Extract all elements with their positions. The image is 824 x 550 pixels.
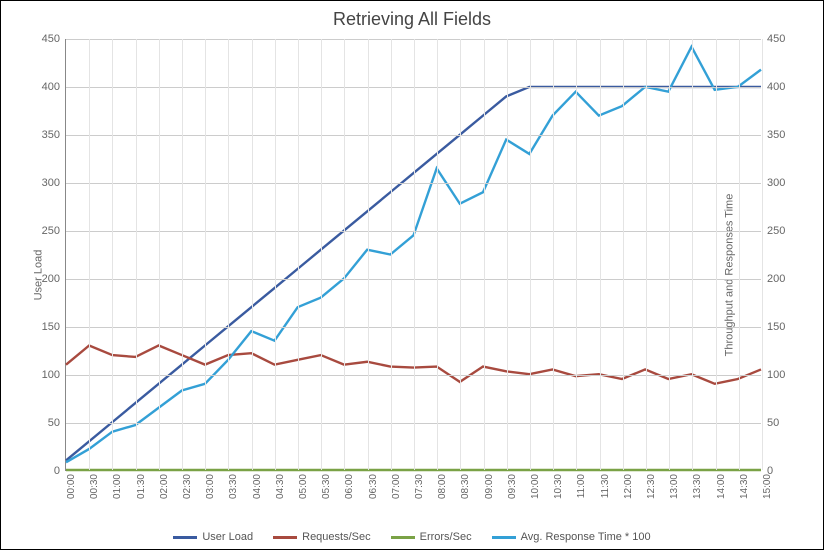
x-tick-label: 07:30	[414, 474, 425, 499]
x-tick-label: 10:00	[530, 474, 541, 499]
vgrid-line	[484, 39, 485, 470]
vgrid-line	[136, 39, 137, 470]
vgrid-line	[344, 39, 345, 470]
x-tick-label: 12:00	[623, 474, 634, 499]
y-right-tick-label: 400	[767, 81, 791, 93]
vgrid-line	[716, 39, 717, 470]
vgrid-line	[89, 39, 90, 470]
legend-item: Errors/Sec	[391, 531, 472, 543]
y-left-tick-label: 350	[36, 129, 60, 141]
vgrid-line	[623, 39, 624, 470]
x-tick-label: 05:30	[321, 474, 332, 499]
x-tick-label: 06:00	[344, 474, 355, 499]
x-tick-label: 09:00	[484, 474, 495, 499]
y-right-tick-label: 200	[767, 273, 791, 285]
x-tick-label: 05:00	[298, 474, 309, 499]
legend-label: User Load	[202, 531, 253, 543]
vgrid-line	[739, 39, 740, 470]
vgrid-line	[646, 39, 647, 470]
vgrid-line	[460, 39, 461, 470]
x-tick-label: 01:30	[136, 474, 147, 499]
x-tick-label: 08:30	[460, 474, 471, 499]
x-tick-label: 02:30	[182, 474, 193, 499]
x-tick-label: 13:00	[669, 474, 680, 499]
y-left-tick-label: 300	[36, 177, 60, 189]
vgrid-line	[437, 39, 438, 470]
vgrid-line	[321, 39, 322, 470]
x-tick-label: 07:00	[391, 474, 402, 499]
legend-swatch	[173, 536, 197, 539]
x-tick-label: 06:30	[368, 474, 379, 499]
legend-item: Requests/Sec	[273, 531, 370, 543]
y-left-tick-label: 150	[36, 321, 60, 333]
x-tick-label: 12:30	[646, 474, 657, 499]
x-tick-label: 08:00	[437, 474, 448, 499]
x-tick-label: 11:30	[600, 474, 611, 498]
vgrid-line	[692, 39, 693, 470]
vgrid-line	[275, 39, 276, 470]
x-tick-label: 11:00	[576, 474, 587, 498]
x-tick-label: 10:30	[553, 474, 564, 499]
legend: User Load Requests/Sec Errors/Sec Avg. Resp…	[1, 530, 823, 544]
y-left-tick-label: 100	[36, 369, 60, 381]
legend-swatch	[391, 536, 415, 539]
legend-label: Avg. Response Time * 100	[521, 531, 651, 543]
x-tick-label: 03:30	[228, 474, 239, 499]
vgrid-line	[553, 39, 554, 470]
legend-item: Avg. Response Time * 100	[492, 531, 651, 543]
legend-label: Errors/Sec	[420, 531, 472, 543]
vgrid-line	[762, 39, 763, 470]
legend-item: User Load	[173, 531, 253, 543]
plot-area: 0050501001001501502002002502503003003503…	[65, 39, 761, 471]
y-right-tick-label: 100	[767, 369, 791, 381]
legend-swatch	[492, 536, 516, 539]
vgrid-line	[252, 39, 253, 470]
y-left-tick-label: 50	[36, 417, 60, 429]
x-tick-label: 01:00	[112, 474, 123, 499]
x-tick-label: 14:30	[739, 474, 750, 499]
vgrid-line	[205, 39, 206, 470]
x-tick-label: 00:00	[66, 474, 77, 499]
vgrid-line	[530, 39, 531, 470]
x-tick-label: 04:00	[252, 474, 263, 499]
vgrid-line	[414, 39, 415, 470]
vgrid-line	[391, 39, 392, 470]
x-tick-label: 00:30	[89, 474, 100, 499]
x-tick-label: 09:30	[507, 474, 518, 499]
vgrid-line	[298, 39, 299, 470]
vgrid-line	[368, 39, 369, 470]
y-left-tick-label: 200	[36, 273, 60, 285]
y-left-tick-label: 250	[36, 225, 60, 237]
vgrid-line	[182, 39, 183, 470]
y-left-tick-label: 450	[36, 33, 60, 45]
chart-container: Retrieving All Fields User Load Throughp…	[0, 0, 824, 550]
y-left-tick-label: 0	[36, 465, 60, 477]
x-tick-label: 14:00	[716, 474, 727, 499]
x-tick-label: 04:30	[275, 474, 286, 499]
vgrid-line	[112, 39, 113, 470]
x-tick-label: 13:30	[692, 474, 703, 499]
vgrid-line	[228, 39, 229, 470]
legend-label: Requests/Sec	[302, 531, 370, 543]
chart-title: Retrieving All Fields	[1, 9, 823, 30]
y-left-tick-label: 400	[36, 81, 60, 93]
legend-swatch	[273, 536, 297, 539]
vgrid-line	[159, 39, 160, 470]
vgrid-line	[600, 39, 601, 470]
y-right-tick-label: 50	[767, 417, 791, 429]
vgrid-line	[576, 39, 577, 470]
y-right-tick-label: 150	[767, 321, 791, 333]
y-right-tick-label: 300	[767, 177, 791, 189]
y-right-tick-label: 450	[767, 33, 791, 45]
y-right-tick-label: 350	[767, 129, 791, 141]
x-tick-label: 02:00	[159, 474, 170, 499]
y-right-tick-label: 250	[767, 225, 791, 237]
vgrid-line	[507, 39, 508, 470]
x-tick-label: 15:00	[762, 474, 773, 499]
vgrid-line	[669, 39, 670, 470]
x-tick-label: 03:00	[205, 474, 216, 499]
